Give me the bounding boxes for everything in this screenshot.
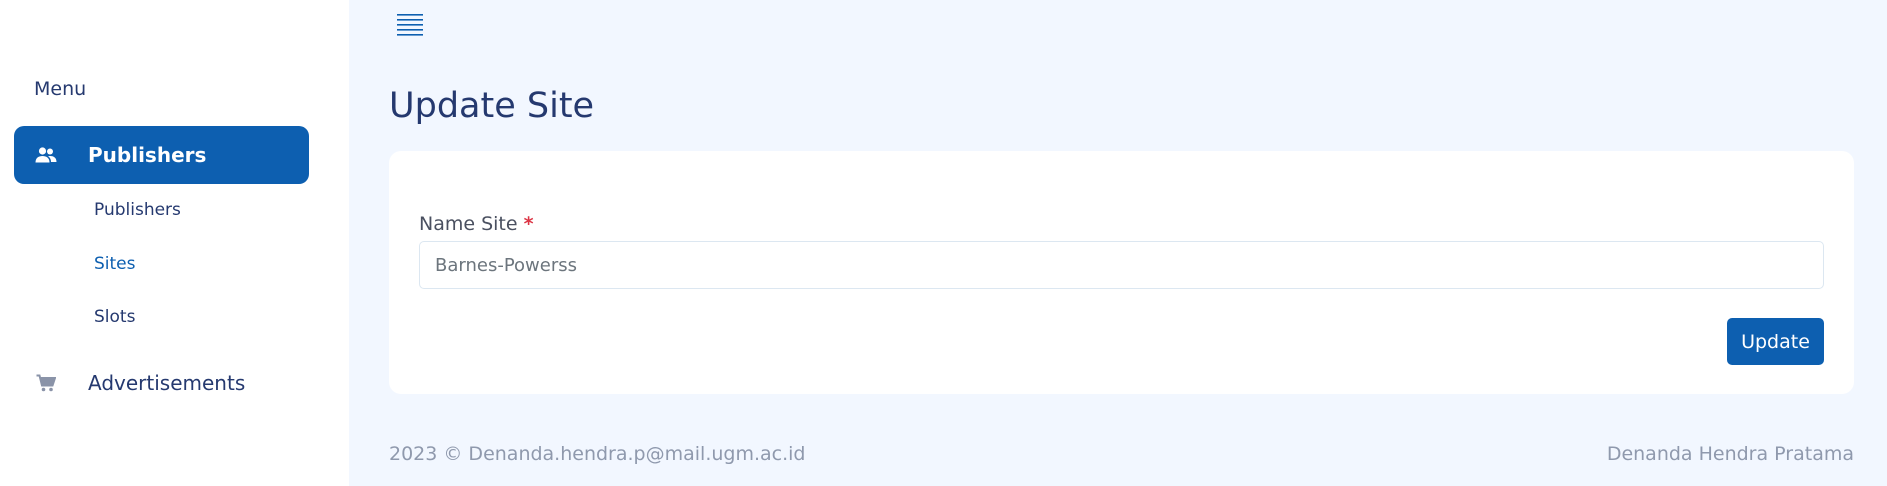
sidebar-item-publishers[interactable]: Publishers (14, 126, 309, 184)
sidebar: Menu Publishers Publishers Sites Slots A… (0, 0, 349, 486)
main-content: Update Site Name Site * Update 2023 © De… (349, 0, 1887, 486)
required-marker: * (523, 213, 534, 235)
hamburger-menu-icon[interactable] (396, 12, 426, 38)
sidebar-menu-title: Menu (34, 78, 87, 100)
footer-author: Denanda Hendra Pratama (1606, 443, 1854, 465)
name-site-input[interactable] (419, 241, 1824, 289)
app-layout: Menu Publishers Publishers Sites Slots A… (0, 0, 1887, 486)
sidebar-item-label: Advertisements (88, 371, 246, 395)
submenu-item-sites[interactable]: Sites (94, 254, 136, 274)
sidebar-item-label: Publishers (88, 143, 207, 167)
cart-icon (34, 371, 58, 395)
sidebar-item-advertisements[interactable]: Advertisements (14, 354, 309, 412)
update-site-card: Name Site * Update (389, 151, 1854, 394)
page-title: Update Site (389, 86, 595, 126)
name-site-label: Name Site * (419, 213, 534, 235)
update-button[interactable]: Update (1727, 318, 1824, 365)
footer-copyright: 2023 © Denanda.hendra.p@mail.ugm.ac.id (389, 443, 806, 465)
submenu-item-publishers[interactable]: Publishers (94, 200, 181, 220)
submenu-item-slots[interactable]: Slots (94, 307, 135, 327)
people-icon (34, 143, 58, 167)
name-site-label-text: Name Site (419, 213, 518, 235)
